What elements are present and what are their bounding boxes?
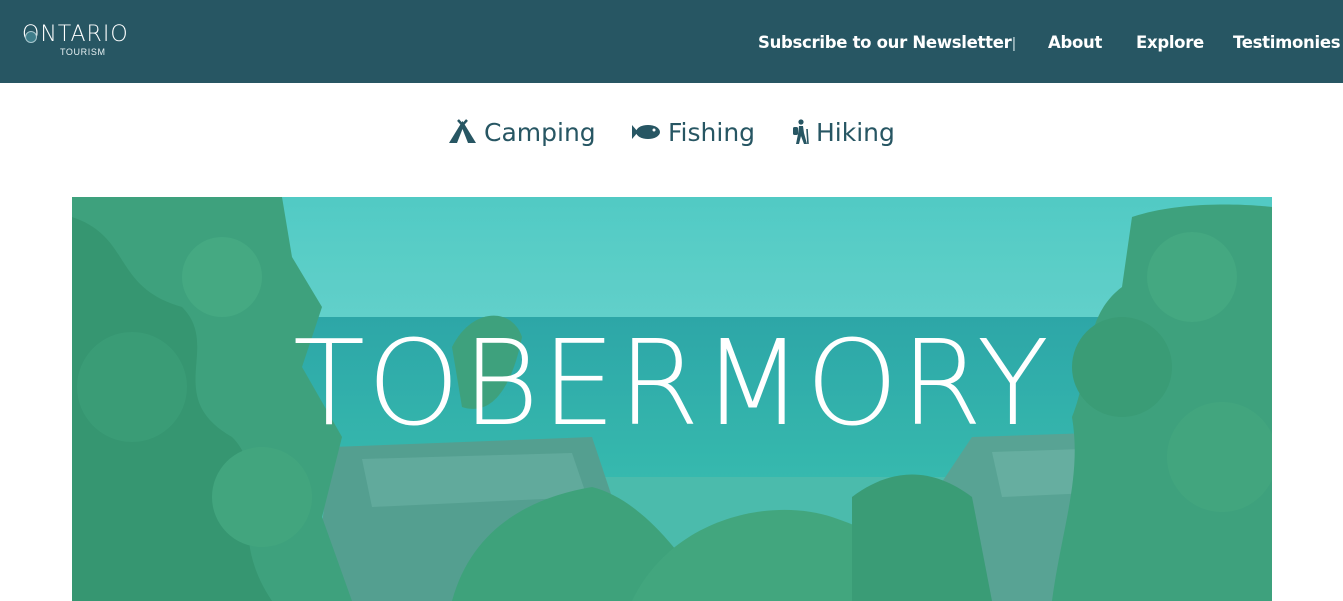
fish-icon	[632, 125, 660, 139]
trillium-icon	[25, 31, 37, 43]
activity-links: Camping Fishing Hiking	[0, 112, 1343, 152]
nav-newsletter-link[interactable]: Subscribe to our Newsletter	[758, 33, 1012, 53]
activity-camping-label: Camping	[484, 117, 596, 147]
nav-about-link[interactable]: About	[1048, 33, 1102, 53]
hero-banner: TOBERMORY	[72, 197, 1272, 601]
nav-separator: |	[1012, 35, 1016, 52]
activity-fishing-label: Fishing	[668, 117, 756, 147]
logo-subtitle: TOURISM	[60, 47, 106, 57]
logo-wordmark: ONTARIO	[22, 22, 129, 47]
activity-hiking-label: Hiking	[816, 117, 895, 147]
hiker-icon	[793, 119, 809, 145]
activity-camping[interactable]: Camping	[447, 116, 596, 148]
hero-title: TOBERMORY	[293, 314, 1051, 452]
nav-testimonies-link[interactable]: Testimonies	[1233, 33, 1341, 53]
tent-icon	[449, 119, 476, 143]
activity-hiking[interactable]: Hiking	[790, 116, 895, 148]
activity-fishing[interactable]: Fishing	[632, 116, 755, 148]
nav-explore-link[interactable]: Explore	[1136, 33, 1204, 53]
ontario-tourism-logo[interactable]: ONTARIO TOURISM	[22, 22, 152, 62]
site-header: ONTARIO TOURISM Subscribe to our Newslet…	[0, 0, 1343, 83]
